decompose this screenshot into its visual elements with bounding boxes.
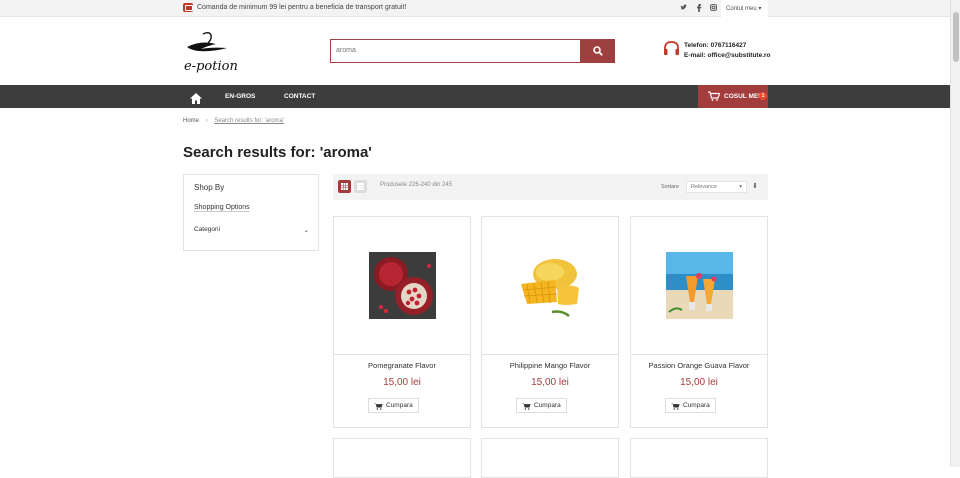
page-scrollbar[interactable] <box>950 0 960 467</box>
list-icon <box>357 183 364 190</box>
chevron-down-icon: ▾ <box>758 6 762 12</box>
phone-text: Telefon: 0767116427 <box>684 42 747 49</box>
product-card[interactable] <box>630 438 768 478</box>
add-to-cart-button[interactable]: Cumpara <box>516 398 567 413</box>
product-image-mango[interactable] <box>517 252 584 319</box>
sidebar-filters: Shop By Shopping Options Categorii ⌄ <box>183 174 319 251</box>
products-toolbar: Produsele 226-240 din 245 Sortare Releva… <box>333 174 768 200</box>
search-input[interactable]: aroma <box>330 39 581 63</box>
product-card[interactable] <box>481 438 619 478</box>
product-count: Produsele 226-240 din 245 <box>380 182 453 188</box>
chevron-down-icon: ▾ <box>739 184 742 190</box>
product-card[interactable]: Pomegranate Flavor 15,00 lei Cumpara <box>333 216 471 428</box>
product-card[interactable]: Passion Orange Guava Flavor 15,00 lei Cu… <box>630 216 768 428</box>
nav-item-en-gros[interactable]: EN-GROS <box>225 93 255 100</box>
svg-text:e-potion: e-potion <box>184 59 238 74</box>
email-text[interactable]: E-mail: office@substitute.ro <box>684 51 771 61</box>
add-to-cart-button[interactable]: Cumpara <box>665 398 716 413</box>
grid-icon <box>341 183 348 190</box>
product-image-passion-orange-guava[interactable] <box>666 252 733 319</box>
site-logo[interactable]: e-potion <box>183 30 238 75</box>
sort-select[interactable]: Relevance ▾ <box>686 181 747 193</box>
add-to-cart-button[interactable]: Cumpara <box>368 398 419 413</box>
add-to-cart-label: Cumpara <box>534 402 561 409</box>
product-name[interactable]: Passion Orange Guava Flavor <box>631 361 767 370</box>
twitter-icon[interactable] <box>680 4 687 13</box>
search-button[interactable] <box>580 39 615 63</box>
product-price: 15,00 lei <box>680 377 718 388</box>
list-view-button[interactable] <box>354 180 367 193</box>
product-card[interactable]: Philippine Mango Flavor 15,00 lei Cumpar… <box>481 216 619 428</box>
cart-icon <box>708 91 721 103</box>
product-name[interactable]: Philippine Mango Flavor <box>482 361 618 370</box>
sort-select-value: Relevance <box>691 184 717 190</box>
cart-icon <box>671 402 680 410</box>
breadcrumb-home[interactable]: Home <box>183 118 199 124</box>
product-price: 15,00 lei <box>383 377 421 388</box>
account-label: Contul meu <box>726 6 757 12</box>
breadcrumb-current: Search results for: 'aroma' <box>214 118 285 124</box>
grid-view-button[interactable] <box>338 180 351 193</box>
category-label: Categorii <box>194 226 221 233</box>
shipping-message-text: Comanda de minimum 99 lei pentru a benef… <box>197 4 407 11</box>
product-name[interactable]: Pomegranate Flavor <box>334 361 470 370</box>
shopping-options-label: Shopping Options <box>194 204 250 212</box>
cart-button[interactable]: COSUL MEU 1 <box>698 85 768 108</box>
cart-count-badge: 1 <box>759 92 767 100</box>
sort-direction-icon[interactable]: ⬇ <box>752 182 758 190</box>
sidebar-heading: Shop By <box>194 183 225 192</box>
card-divider <box>334 354 470 355</box>
cart-icon <box>374 402 383 410</box>
category-filter[interactable]: Categorii ⌄ <box>194 226 309 234</box>
contact-info: Telefon: 0767116427 E-mail: office@subst… <box>684 41 771 61</box>
chevron-down-icon: ⌄ <box>303 227 309 234</box>
page-title: Search results for: 'aroma' <box>183 144 372 161</box>
account-dropdown[interactable]: Contul meu ▾ <box>721 0 768 17</box>
main-nav: EN-GROS CONTACT <box>0 85 950 108</box>
breadcrumb: Home › Search results for: 'aroma' <box>183 118 284 124</box>
card-divider <box>631 354 767 355</box>
product-image-pomegranate[interactable] <box>369 252 436 319</box>
instagram-icon[interactable] <box>710 4 717 13</box>
facebook-icon[interactable] <box>696 4 702 14</box>
chevron-right-icon: › <box>205 118 208 124</box>
product-price: 15,00 lei <box>531 377 569 388</box>
nav-item-contact[interactable]: CONTACT <box>284 93 315 100</box>
headphones-icon <box>663 40 680 57</box>
cart-label: COSUL MEU <box>724 93 763 100</box>
sort-label: Sortare <box>661 184 680 190</box>
top-bar: Comanda de minimum 99 lei pentru a benef… <box>0 0 950 17</box>
shipping-message: Comanda de minimum 99 lei pentru a benef… <box>183 3 406 12</box>
add-to-cart-label: Cumpara <box>386 402 413 409</box>
truck-icon <box>183 3 193 12</box>
search-input-value: aroma <box>336 47 356 54</box>
add-to-cart-label: Cumpara <box>683 402 710 409</box>
card-divider <box>482 354 618 355</box>
cart-icon <box>522 402 531 410</box>
search-icon <box>592 46 603 56</box>
product-card[interactable] <box>333 438 471 478</box>
home-icon[interactable] <box>190 91 202 109</box>
scrollbar-thumb[interactable] <box>953 12 959 62</box>
